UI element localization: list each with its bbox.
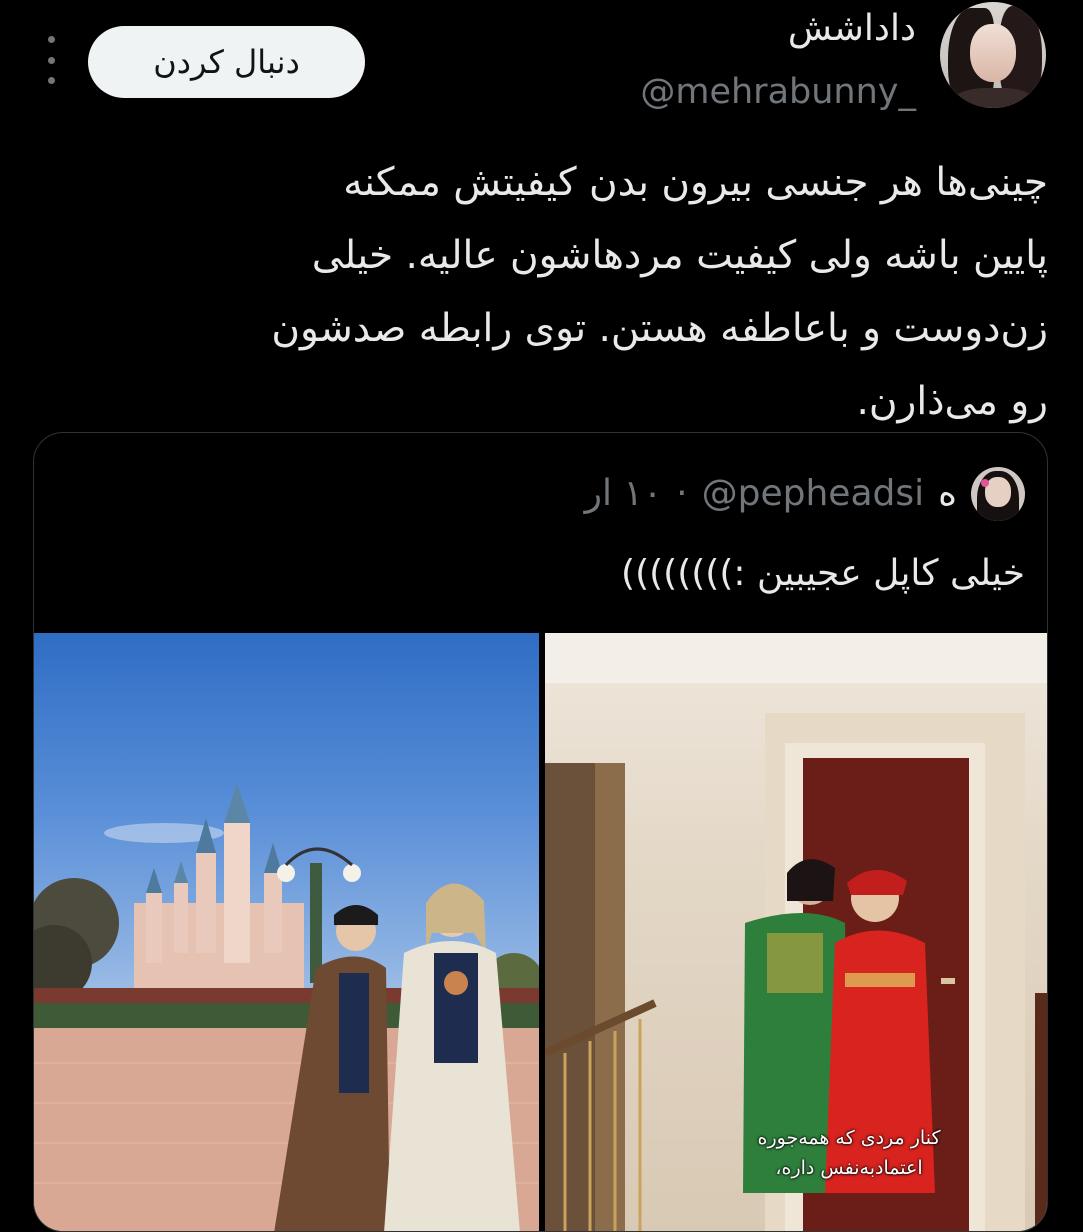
post-text-line: پایین باشه ولی کیفیت مردهاشون عالیه. خیل… (311, 233, 1048, 278)
meta-separator: · (676, 473, 688, 514)
media-photo-costume[interactable]: کنار مردی که همه‌جوره اعتماد‌به‌نفس داره… (545, 633, 1047, 1231)
author-avatar[interactable] (940, 2, 1046, 108)
post-text: چینی‌ها هر جنسی بیرون بدن کیفیتش ممکنه پ… (38, 146, 1048, 438)
quoted-post-text: خیلی کاپل عجیبین :)))))))) (621, 553, 1025, 594)
media-caption: کنار مردی که همه‌جوره اعتماد‌به‌نفس داره… (719, 1123, 979, 1183)
post-text-line: زن‌دوست و باعاطفه هستن. توی رابطه صدشون (271, 306, 1048, 351)
quoted-post-meta: ه @pepheadsi · ۱۰ ار (585, 473, 957, 514)
quoted-post[interactable]: ه @pepheadsi · ۱۰ ار خیلی کاپل عجیبین :)… (33, 432, 1048, 1232)
quoted-author-handle[interactable]: @pepheadsi (702, 473, 925, 514)
post: داداشش @mehrabunny_ دنبال کردن چینی‌ها ه… (0, 0, 1083, 1232)
quoted-author-name[interactable]: ه (938, 473, 957, 514)
quoted-post-time: ۱۰ ار (584, 473, 663, 514)
media-caption-line: اعتماد‌به‌نفس داره، (775, 1157, 923, 1179)
post-text-line: چینی‌ها هر جنسی بیرون بدن کیفیتش ممکنه (343, 160, 1048, 205)
castle-scene-illustration (34, 783, 539, 1231)
media-caption-line: کنار مردی که همه‌جوره (757, 1127, 941, 1149)
author-handle[interactable]: @mehrabunny_ (640, 72, 916, 112)
author-display-name[interactable]: داداشش (788, 8, 916, 49)
post-text-line: رو می‌ذارن. (856, 379, 1048, 424)
quoted-author-avatar[interactable] (971, 467, 1025, 521)
media-photo-castle[interactable] (34, 633, 539, 1231)
follow-button[interactable]: دنبال کردن (88, 26, 365, 98)
more-vertical-icon[interactable] (47, 36, 55, 84)
quoted-media[interactable]: کنار مردی که همه‌جوره اعتماد‌به‌نفس داره… (34, 633, 1047, 1231)
